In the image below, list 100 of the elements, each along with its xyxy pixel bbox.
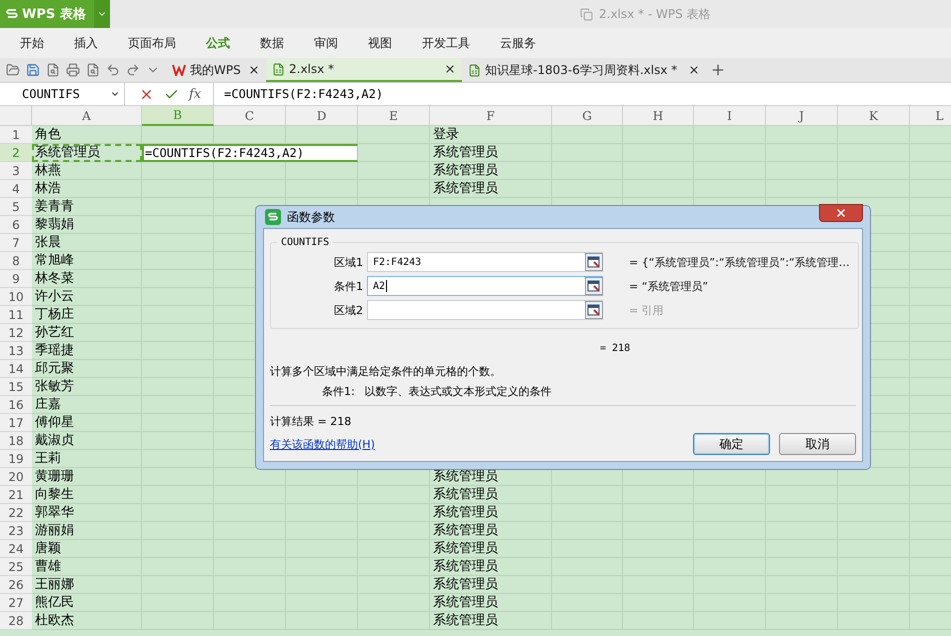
- table-cell: [694, 126, 766, 144]
- table-cell: 丁杨庄: [32, 306, 142, 324]
- row-header[interactable]: 22: [0, 504, 32, 522]
- row-header[interactable]: 14: [0, 360, 32, 378]
- cancel-button[interactable]: 取消: [779, 433, 856, 455]
- save-icon[interactable]: [26, 63, 40, 77]
- row-header[interactable]: 7: [0, 234, 32, 252]
- ok-button[interactable]: 确定: [693, 433, 770, 455]
- table-cell: 常旭峰: [32, 252, 142, 270]
- cell-editor[interactable]: =COUNTIFS(F2:F4243,A2): [142, 144, 358, 162]
- argument-field[interactable]: F2:F4243: [367, 252, 603, 272]
- open-icon[interactable]: [6, 63, 20, 77]
- row-header[interactable]: 16: [0, 396, 32, 414]
- range-picker-button[interactable]: [585, 277, 603, 295]
- table-cell: [358, 162, 430, 180]
- column-header[interactable]: D: [286, 106, 358, 126]
- ribbon-tab[interactable]: 插入: [74, 34, 114, 52]
- row-header[interactable]: 10: [0, 288, 32, 306]
- ribbon-tab[interactable]: 开始: [20, 34, 60, 52]
- row-header[interactable]: 26: [0, 576, 32, 594]
- print-icon[interactable]: [66, 63, 80, 77]
- table-cell: 系统管理员: [430, 504, 552, 522]
- table-cell: 杜欧杰: [32, 612, 142, 630]
- table-cell: 系统管理员: [430, 612, 552, 630]
- column-header[interactable]: C: [214, 106, 286, 126]
- row-header[interactable]: 11: [0, 306, 32, 324]
- export-icon[interactable]: [46, 63, 60, 77]
- ribbon-tab[interactable]: 云服务: [500, 34, 552, 52]
- document-icon: [580, 8, 593, 20]
- ribbon-tab[interactable]: 审阅: [314, 34, 354, 52]
- table-cell: 庄嘉: [32, 396, 142, 414]
- name-box[interactable]: COUNTIFS: [0, 83, 125, 105]
- row-header[interactable]: 5: [0, 198, 32, 216]
- close-tab-icon[interactable]: [688, 64, 700, 76]
- column-header[interactable]: E: [358, 106, 430, 126]
- row-header[interactable]: 28: [0, 612, 32, 630]
- ribbon-tab[interactable]: 公式: [206, 34, 246, 52]
- ribbon-tab[interactable]: 开发工具: [422, 34, 486, 52]
- row-header[interactable]: 25: [0, 558, 32, 576]
- range-picker-button[interactable]: [585, 253, 603, 271]
- row-header[interactable]: 23: [0, 522, 32, 540]
- ribbon-tab[interactable]: 视图: [368, 34, 408, 52]
- table-cell: 林浩: [32, 180, 142, 198]
- row-header[interactable]: 17: [0, 414, 32, 432]
- table-cell: [358, 126, 430, 144]
- redo-icon[interactable]: [126, 63, 140, 77]
- row-header[interactable]: 6: [0, 216, 32, 234]
- close-button[interactable]: [819, 204, 863, 222]
- argument-value: = “系统管理员”: [628, 278, 710, 294]
- row-header[interactable]: 13: [0, 342, 32, 360]
- document-tab[interactable]: 2.xlsx *: [266, 58, 462, 82]
- document-tab[interactable]: 知识星球-1803-6学习周资料.xlsx *: [462, 58, 706, 82]
- row-header[interactable]: 24: [0, 540, 32, 558]
- table-cell: [214, 162, 286, 180]
- row-header[interactable]: 18: [0, 432, 32, 450]
- row-header[interactable]: 8: [0, 252, 32, 270]
- row-header[interactable]: 1: [0, 126, 32, 144]
- new-tab-icon[interactable]: [710, 62, 726, 78]
- table-cell: 张敏芳: [32, 378, 142, 396]
- row-header[interactable]: 27: [0, 594, 32, 612]
- row-header[interactable]: 20: [0, 468, 32, 486]
- column-header[interactable]: J: [766, 106, 838, 126]
- column-header[interactable]: A: [32, 106, 142, 126]
- row-header[interactable]: 21: [0, 486, 32, 504]
- table-cell: 游丽娟: [32, 522, 142, 540]
- row-header[interactable]: 9: [0, 270, 32, 288]
- print-preview-icon[interactable]: [86, 63, 100, 77]
- window-title: 2.xlsx * - WPS 表格: [599, 6, 711, 22]
- table-cell: 系统管理员: [430, 180, 552, 198]
- ribbon-tab[interactable]: 页面布局: [128, 34, 192, 52]
- row-header[interactable]: 12: [0, 324, 32, 342]
- formula-field[interactable]: =COUNTIFS(F2:F4243,A2): [213, 83, 951, 105]
- column-header[interactable]: L: [910, 106, 951, 126]
- table-cell: [766, 126, 838, 144]
- table-cell: 黄珊珊: [32, 468, 142, 486]
- undo-icon[interactable]: [106, 63, 120, 77]
- column-header[interactable]: K: [838, 106, 910, 126]
- table-cell: 郭翠华: [32, 504, 142, 522]
- w-logo-icon: [172, 64, 186, 76]
- insert-function-button[interactable]: fx: [189, 86, 202, 102]
- close-tab-icon[interactable]: [248, 64, 260, 76]
- argument-field[interactable]: A2: [367, 276, 603, 296]
- argument-label: 区域1: [333, 254, 364, 270]
- column-header[interactable]: F: [430, 106, 552, 126]
- row-header[interactable]: 19: [0, 450, 32, 468]
- column-header[interactable]: I: [694, 106, 766, 126]
- row-header[interactable]: 15: [0, 378, 32, 396]
- row-header[interactable]: 3: [0, 162, 32, 180]
- column-header[interactable]: H: [623, 106, 694, 126]
- table-cell: 王莉: [32, 450, 142, 468]
- argument-field[interactable]: [367, 300, 603, 320]
- close-tab-icon[interactable]: [444, 63, 456, 75]
- table-cell: [838, 126, 910, 144]
- row-header[interactable]: 4: [0, 180, 32, 198]
- column-header[interactable]: G: [552, 106, 623, 126]
- document-tab[interactable]: 我的WPS: [166, 58, 266, 82]
- parameter-name: 条件1:: [322, 384, 355, 399]
- help-link[interactable]: 有关该函数的帮助(H): [270, 436, 375, 452]
- ribbon-tab[interactable]: 数据: [260, 34, 300, 52]
- range-picker-button[interactable]: [585, 301, 603, 319]
